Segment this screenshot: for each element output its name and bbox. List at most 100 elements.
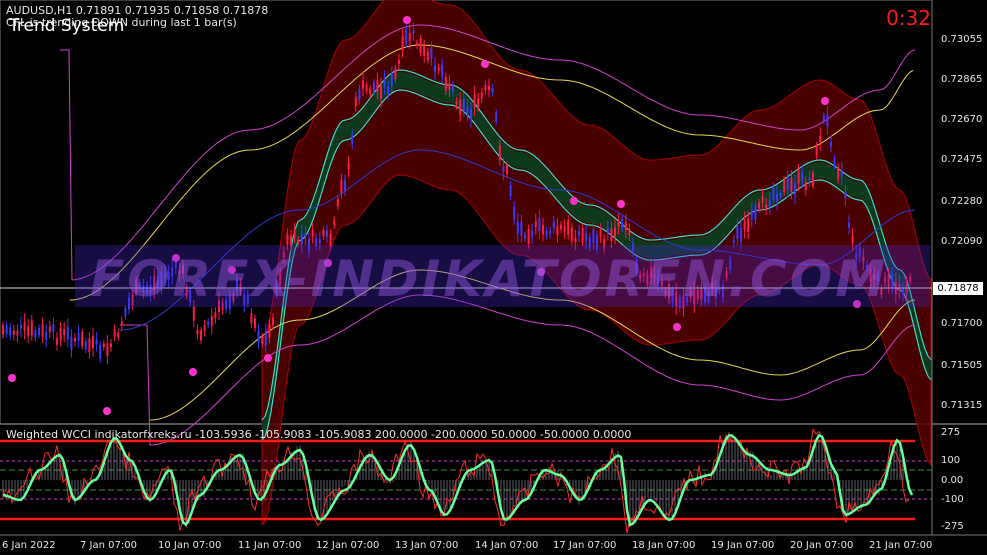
candle-body [797, 171, 800, 184]
signal-dot [673, 323, 681, 331]
indicator-level-label: 100 [941, 455, 961, 466]
candle-body [801, 171, 804, 182]
candle-body [351, 135, 354, 144]
candle-body [380, 86, 382, 99]
candle-body [369, 88, 372, 96]
candle-body [614, 227, 616, 237]
candle-body [77, 332, 80, 341]
candle-body [570, 227, 573, 242]
candle-body [599, 229, 602, 237]
candle-body [779, 193, 782, 197]
price-label: 0.71505 [941, 360, 983, 371]
candle-body [545, 230, 548, 236]
candle-body [542, 224, 544, 235]
candle-body [833, 157, 836, 167]
candle-body [624, 222, 627, 231]
candle-body [513, 206, 516, 220]
candle-body [606, 227, 609, 234]
candle-body [740, 227, 742, 242]
signal-dot [481, 60, 489, 68]
watermark-text: FOREX-INDIKATOREN.COM [90, 250, 888, 308]
candle-body [524, 235, 526, 239]
candle-body [5, 324, 8, 334]
candle-body [311, 229, 314, 237]
candle-body [747, 218, 750, 233]
time-label: 11 Jan 07:00 [238, 540, 302, 551]
candle-body [70, 336, 73, 351]
candle-body [203, 325, 206, 332]
candle-body [257, 330, 260, 343]
candle-body [340, 179, 343, 193]
candle-body [383, 78, 386, 87]
candle-body [848, 222, 850, 228]
system-title: Trend System [9, 16, 125, 36]
candle-body [783, 179, 786, 192]
candle-body [99, 345, 102, 359]
candle-body [45, 331, 48, 340]
signal-dot [189, 368, 197, 376]
candle-body [498, 145, 501, 160]
candle-body [387, 86, 390, 95]
candle-body [38, 327, 40, 336]
candle-body [840, 170, 843, 177]
candle-body [200, 330, 202, 341]
price-label: 0.72670 [941, 114, 983, 125]
candle-body [815, 145, 818, 156]
candle-body [48, 326, 51, 333]
candle-body [516, 221, 519, 234]
candle-body [52, 324, 55, 333]
candle-body [621, 218, 624, 229]
candle-body [92, 335, 94, 349]
signal-dot [264, 354, 272, 362]
candle-body [372, 82, 375, 92]
candle-body [59, 327, 62, 341]
candle-body [477, 98, 480, 107]
candle-body [412, 30, 415, 34]
candle-body [794, 183, 796, 196]
candle-body [426, 51, 429, 61]
indicator-level-label: -275 [941, 521, 964, 532]
candle-body [549, 230, 552, 234]
signal-dot [821, 97, 829, 105]
candle-body [462, 98, 465, 111]
candle-body [362, 80, 364, 89]
candle-body [110, 343, 112, 348]
time-label: 19 Jan 07:00 [711, 540, 775, 551]
candle-body [480, 92, 483, 99]
signal-dot [617, 200, 625, 208]
time-label: 14 Jan 07:00 [475, 540, 539, 551]
candle-body [484, 85, 487, 91]
candle-body [300, 233, 303, 245]
candle-body [293, 228, 296, 238]
candle-body [455, 101, 458, 105]
candle-body [743, 220, 746, 230]
candle-body [254, 318, 256, 329]
price-label: 0.72865 [941, 74, 983, 85]
candle-body [207, 321, 210, 325]
candle-body [765, 204, 768, 209]
candle-body [272, 317, 274, 325]
candle-body [790, 177, 793, 192]
candle-body [63, 329, 66, 335]
candle-body [9, 327, 12, 336]
candle-body [23, 322, 26, 331]
candle-body [844, 192, 847, 199]
candle-body [506, 164, 508, 174]
candle-body [261, 335, 264, 344]
candle-body [617, 221, 620, 227]
candle-body [390, 72, 393, 86]
candle-body [365, 84, 368, 92]
candle-body [585, 233, 588, 242]
candle-body [81, 331, 84, 347]
candle-body [430, 48, 433, 59]
candle-body [552, 221, 555, 229]
indicator-level-label: 0.00 [941, 475, 964, 486]
candle-body [20, 324, 22, 329]
candle-body [398, 60, 400, 65]
candle-body [520, 221, 523, 236]
signal-dot [570, 197, 578, 205]
candle-body [459, 99, 462, 115]
candle-body [354, 97, 357, 107]
time-label: 20 Jan 07:00 [790, 540, 854, 551]
candle-body [264, 330, 267, 346]
